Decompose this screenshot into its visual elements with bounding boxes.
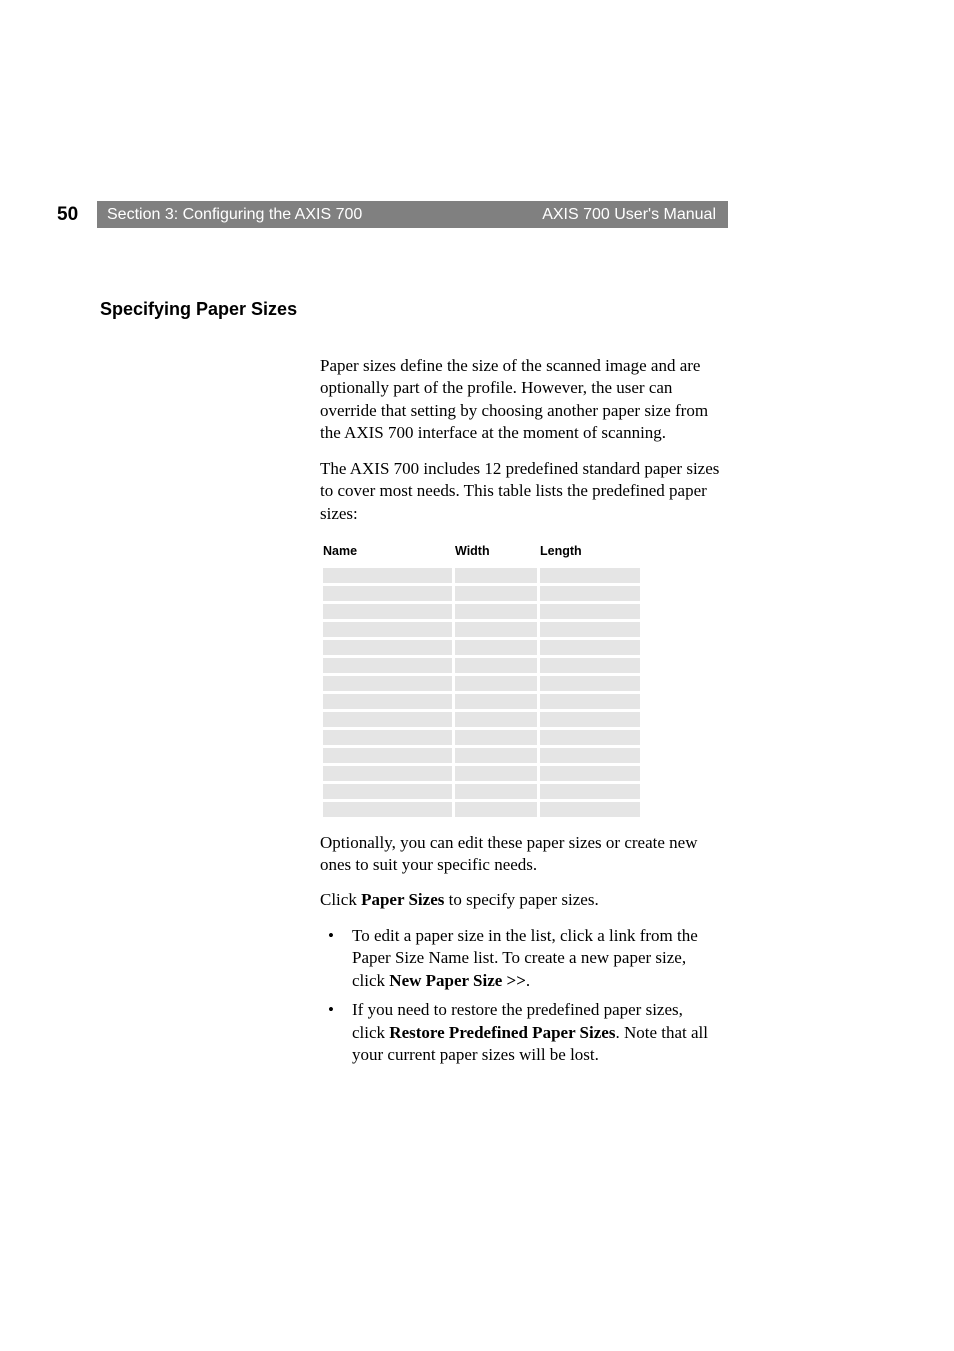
paragraph-4: Click Paper Sizes to specify paper sizes… (320, 889, 720, 911)
cell-length (540, 802, 640, 817)
cell-name (323, 640, 452, 655)
cell-width (455, 676, 537, 691)
table-row (323, 622, 640, 637)
cell-name (323, 622, 452, 637)
cell-length (540, 658, 640, 673)
table-header-width: Width (455, 541, 537, 565)
cell-length (540, 730, 640, 745)
b1-bold: New Paper Size >> (389, 971, 526, 990)
page: 50 Section 3: Configuring the AXIS 700 A… (0, 0, 954, 1351)
section-title: Specifying Paper Sizes (100, 299, 297, 320)
header-bar-gray: Section 3: Configuring the AXIS 700 AXIS… (97, 201, 728, 228)
table-row (323, 766, 640, 781)
header-section-left: Section 3: Configuring the AXIS 700 (107, 206, 362, 224)
cell-length (540, 766, 640, 781)
cell-length (540, 586, 640, 601)
cell-name (323, 748, 452, 763)
cell-width (455, 658, 537, 673)
cell-name (323, 568, 452, 583)
cell-length (540, 712, 640, 727)
cell-length (540, 622, 640, 637)
bullet-item-1: To edit a paper size in the list, click … (320, 925, 720, 992)
table-header-length: Length (540, 541, 640, 565)
cell-name (323, 766, 452, 781)
paragraph-3: Optionally, you can edit these paper siz… (320, 832, 720, 877)
cell-width (455, 766, 537, 781)
cell-width (455, 604, 537, 619)
body-area: Paper sizes define the size of the scann… (320, 355, 720, 1074)
cell-length (540, 604, 640, 619)
bullet-list: To edit a paper size in the list, click … (320, 925, 720, 1067)
table-row (323, 640, 640, 655)
p4-pre: Click (320, 890, 361, 909)
p4-post: to specify paper sizes. (444, 890, 598, 909)
cell-name (323, 658, 452, 673)
cell-name (323, 676, 452, 691)
table-row (323, 586, 640, 601)
paragraph-2: The AXIS 700 includes 12 predefined stan… (320, 458, 720, 525)
table-header-row: Name Width Length (323, 541, 640, 565)
cell-length (540, 694, 640, 709)
header-section-right: AXIS 700 User's Manual (542, 206, 716, 224)
table-row (323, 730, 640, 745)
table-row (323, 658, 640, 673)
b2-bold1: Restore Predefined Paper Sizes (389, 1023, 615, 1042)
paragraph-1: Paper sizes define the size of the scann… (320, 355, 720, 445)
table-row (323, 676, 640, 691)
table-row (323, 568, 640, 583)
p4-bold: Paper Sizes (361, 890, 444, 909)
cell-width (455, 568, 537, 583)
bullet-item-2: If you need to restore the predefined pa… (320, 999, 720, 1066)
cell-length (540, 748, 640, 763)
cell-width (455, 712, 537, 727)
cell-name (323, 730, 452, 745)
cell-width (455, 694, 537, 709)
cell-width (455, 748, 537, 763)
table-row (323, 604, 640, 619)
cell-length (540, 568, 640, 583)
table-row (323, 802, 640, 817)
cell-width (455, 730, 537, 745)
cell-width (455, 784, 537, 799)
cell-width (455, 640, 537, 655)
cell-length (540, 676, 640, 691)
cell-name (323, 712, 452, 727)
cell-name (323, 694, 452, 709)
cell-name (323, 784, 452, 799)
cell-length (540, 784, 640, 799)
cell-name (323, 802, 452, 817)
table-row (323, 784, 640, 799)
table-row (323, 694, 640, 709)
b1-c: . (526, 971, 530, 990)
cell-name (323, 604, 452, 619)
page-number: 50 (57, 201, 97, 228)
table-header-name: Name (323, 541, 452, 565)
cell-width (455, 622, 537, 637)
paper-size-table: Name Width Length (320, 538, 643, 820)
cell-width (455, 586, 537, 601)
table-row (323, 712, 640, 727)
table-row (323, 748, 640, 763)
cell-name (323, 586, 452, 601)
page-header: 50 Section 3: Configuring the AXIS 700 A… (57, 201, 728, 228)
cell-length (540, 640, 640, 655)
cell-width (455, 802, 537, 817)
